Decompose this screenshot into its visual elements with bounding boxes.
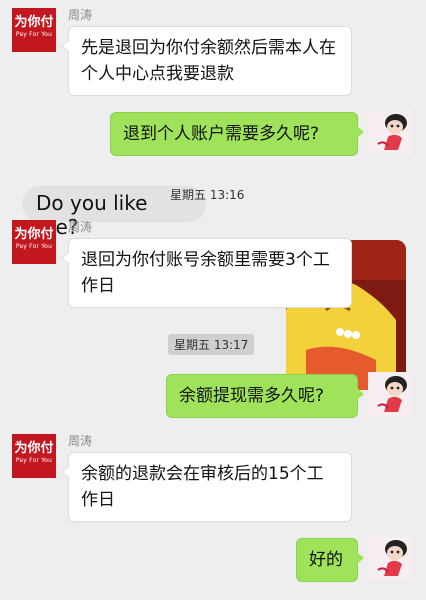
timestamp: 星期五 13:17: [168, 334, 255, 355]
contact-avatar[interactable]: 为你付 Pay For You: [12, 434, 56, 478]
sender-name: 周涛: [68, 220, 93, 234]
message-bubble-incoming[interactable]: 余额的退款会在审核后的15个工作日: [62, 452, 352, 522]
user-avatar[interactable]: [368, 110, 412, 154]
message-bubble-incoming[interactable]: 退回为你付账号余额里需要3个工作日: [62, 238, 352, 308]
contact-avatar[interactable]: 为你付 Pay For You: [12, 220, 56, 264]
message-bubble-incoming[interactable]: 先是退回为你付余额然后需本人在个人中心点我要退款: [62, 26, 352, 96]
contact-avatar[interactable]: 为你付 Pay For You: [12, 8, 56, 52]
timestamp: 星期五 13:16: [170, 188, 245, 202]
message-bubble-outgoing[interactable]: 余额提现需多久呢?: [166, 374, 364, 418]
user-avatar[interactable]: [368, 372, 412, 416]
message-bubble-outgoing[interactable]: 好的: [296, 538, 364, 582]
cartoon-girl-icon: [368, 536, 412, 580]
sender-name: 周涛: [68, 434, 93, 448]
user-avatar[interactable]: [368, 536, 412, 580]
cartoon-girl-icon: [368, 372, 412, 416]
cartoon-girl-icon: [368, 110, 412, 154]
sender-name: 周涛: [68, 8, 93, 22]
message-bubble-outgoing[interactable]: 退到个人账户需要多久呢?: [110, 112, 364, 156]
